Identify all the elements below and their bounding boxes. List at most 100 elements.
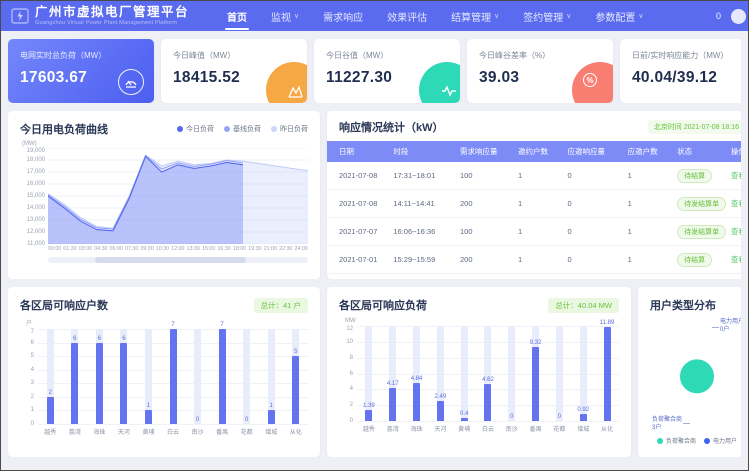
- cell-demand: 100: [456, 162, 514, 190]
- status-badge: 待发结算单: [677, 225, 726, 239]
- y-tick-label: 6: [31, 340, 34, 346]
- column-header: 日期: [327, 141, 389, 162]
- view-link[interactable]: 查看: [731, 255, 741, 264]
- bar-value-label: 0: [548, 414, 572, 420]
- view-link[interactable]: 查看: [731, 171, 741, 180]
- cell-responded: 0: [563, 246, 623, 274]
- bar-fill: [96, 343, 103, 424]
- chevron-down-icon: ∨: [566, 12, 571, 20]
- kpi-card-0: 电网实时总负荷（MW）17603.67: [8, 39, 154, 103]
- y-tick-label: 15,000: [27, 193, 45, 199]
- x-tick-label: 荔湾: [381, 424, 405, 433]
- gridline: [357, 421, 619, 422]
- x-tick-label: 24:00: [295, 246, 308, 252]
- app-subtitle: Guangzhou Virtual Power Plant Management…: [35, 20, 189, 26]
- nav-item-需求响应[interactable]: 需求响应: [311, 1, 375, 31]
- load-curve-chart: [48, 148, 308, 244]
- bar-value-label: 9.32: [524, 340, 548, 346]
- bar-越秀: 1.39: [357, 326, 381, 421]
- cell-action: 查看: [727, 246, 741, 274]
- nav-item-首页[interactable]: 首页: [215, 1, 259, 31]
- district-users-total-badge: 总计：41 户: [254, 298, 308, 313]
- bar-花都: 0: [548, 326, 572, 421]
- cell-invited: 1: [514, 190, 563, 218]
- nav-item-结算管理[interactable]: 结算管理∨: [439, 1, 511, 31]
- y-axis-unit: MW: [345, 318, 619, 324]
- nav-item-监视[interactable]: 监视∨: [259, 1, 311, 31]
- x-tick-label: 10:30: [156, 246, 169, 252]
- legend-item-昨日负荷[interactable]: 昨日负荷: [271, 124, 308, 134]
- x-tick-label: 天河: [112, 427, 137, 436]
- x-axis-labels: 越秀荔湾海珠天河黄埔白云南沙番禺花都增城从化: [38, 424, 308, 436]
- legend-dot: [224, 126, 230, 132]
- bar-track: [556, 326, 563, 421]
- bar-value-label: 6: [112, 336, 137, 342]
- y-tick-label: 6: [350, 371, 353, 377]
- bar-fill: [71, 343, 78, 424]
- x-tick-label: 01:30: [63, 246, 76, 252]
- nav-item-签约管理[interactable]: 签约管理∨: [511, 1, 583, 31]
- legend-item-电力用户[interactable]: 电力用户: [704, 436, 737, 445]
- bar-plot-area: 26661707015: [38, 329, 308, 424]
- bar-track: [461, 326, 468, 421]
- legend-dot: [271, 126, 277, 132]
- cell-status: 待发结算单: [673, 190, 727, 218]
- x-tick-label: 花都: [548, 424, 572, 433]
- user-avatar[interactable]: [731, 9, 746, 24]
- bar-value-label: 1: [259, 403, 284, 409]
- y-tick-label: 2: [31, 394, 34, 400]
- table-header-row: 日期时段需求响应量邀约户数应邀响应量应邀户数状态操作: [327, 141, 741, 162]
- district-load-total-badge: 总计：40.04 MW: [548, 298, 619, 313]
- column-header: 状态: [673, 141, 727, 162]
- nav-item-参数配置[interactable]: 参数配置∨: [583, 1, 655, 31]
- main-nav: 首页监视∨需求响应效果评估结算管理∨签约管理∨参数配置∨: [215, 1, 656, 31]
- bar-fill: [604, 327, 611, 421]
- y-tick-label: 5: [31, 353, 34, 359]
- column-header: 操作: [727, 141, 741, 162]
- legend-dot: [704, 438, 710, 444]
- bar-chart-body: 0246810121.394.174.842.490.44.6209.3200.…: [339, 326, 619, 421]
- response-table: 日期时段需求响应量邀约户数应邀响应量应邀户数状态操作 2021-07-0817:…: [327, 141, 741, 274]
- y-tick-label: 4: [350, 386, 353, 392]
- cell-period: 14:11~14:41: [389, 190, 456, 218]
- cell-resp_users: 1: [624, 246, 673, 274]
- view-link[interactable]: 查看: [731, 227, 741, 236]
- view-link[interactable]: 查看: [731, 199, 741, 208]
- x-tick-label: 黄埔: [136, 427, 161, 436]
- bar-value-label: 6: [87, 336, 112, 342]
- x-tick-label: 13:30: [187, 246, 200, 252]
- x-tick-label: 21:00: [264, 246, 277, 252]
- bar-从化: 5: [283, 329, 308, 424]
- legend-item-基线负荷[interactable]: 基线负荷: [224, 124, 261, 134]
- bar-value-label: 0.4: [452, 411, 476, 417]
- bar-海珠: 6: [87, 329, 112, 424]
- status-badge: 待结算: [677, 253, 712, 267]
- nav-item-效果评估[interactable]: 效果评估: [375, 1, 439, 31]
- legend-item-今日负荷[interactable]: 今日负荷: [177, 124, 214, 134]
- user-type-donut-chart: 电力用户 0户 负荷聚合商 3户: [650, 313, 741, 436]
- gauge-icon: [118, 69, 144, 95]
- scrollbar-thumb[interactable]: [95, 257, 246, 263]
- bar-fill: [580, 414, 587, 421]
- cell-status: 待结算: [673, 162, 727, 190]
- district-users-panel: 各区局可响应户数 总计：41 户 户 0123456726661707015 越…: [8, 287, 320, 457]
- bar-value-label: 2: [38, 390, 63, 396]
- x-tick-label: 海珠: [87, 427, 112, 436]
- y-axis-labels: 19,00018,00017,00016,00015,00014,00013,0…: [20, 148, 48, 244]
- x-tick-label: 黄埔: [452, 424, 476, 433]
- y-tick-label: 16,000: [27, 181, 45, 187]
- notification-count[interactable]: 0: [716, 11, 721, 21]
- bar-fill: [532, 347, 539, 421]
- kpi-card-3: 今日峰谷差率（%）39.03%: [467, 39, 613, 103]
- bar-天河: 2.49: [428, 326, 452, 421]
- bar-白云: 7: [161, 329, 186, 424]
- bar-荔湾: 4.17: [381, 326, 405, 421]
- callout-power-users: 电力用户 0户: [720, 319, 741, 334]
- legend-item-负荷聚合商[interactable]: 负荷聚合商: [657, 436, 696, 445]
- x-tick-label: 18:00: [233, 246, 246, 252]
- bar-天河: 6: [112, 329, 137, 424]
- kpi-card-4: 日前/实时响应能力（MW）40.04/39.12: [620, 39, 741, 103]
- cell-date: 2021-07-07: [327, 218, 389, 246]
- bar-chart-body: 0123456726661707015: [20, 329, 308, 424]
- y-axis-labels: 024681012: [339, 326, 357, 421]
